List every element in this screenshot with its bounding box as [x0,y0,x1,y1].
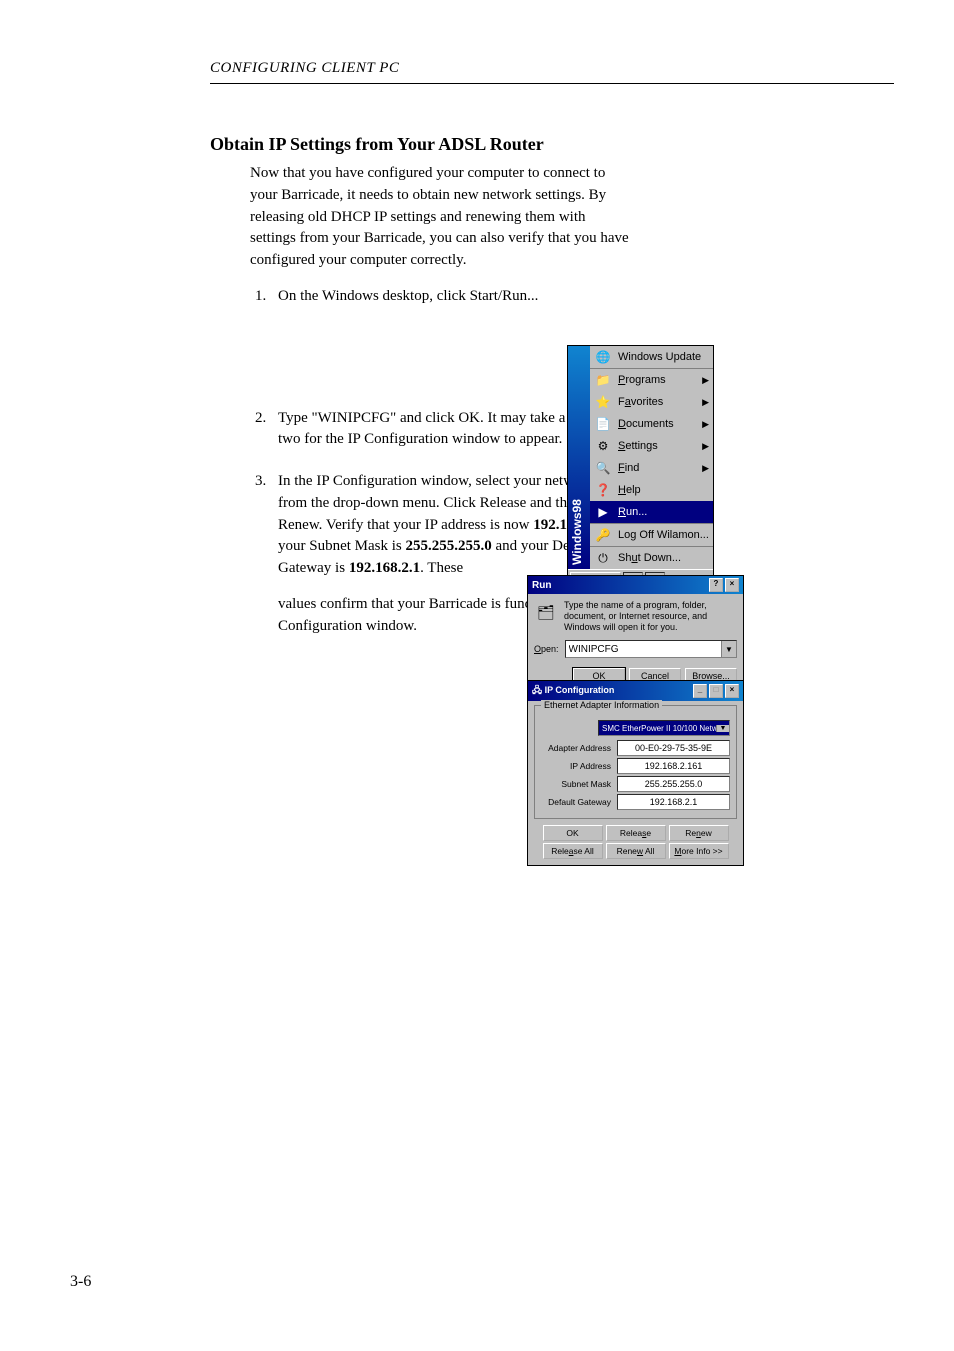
more-info-button[interactable]: More Info >> [669,843,729,859]
menu-label: Windows Update [618,351,701,363]
page-number: 3-6 [70,1273,91,1291]
dropdown-arrow-icon[interactable]: ▼ [716,725,729,732]
dialog-titlebar: Run ? × [528,576,743,594]
document-icon: 📄 [594,416,612,432]
arrow-icon: ▶ [702,397,709,408]
default-gateway-row: Default Gateway 192.168.2.1 [541,794,730,810]
adapter-dropdown[interactable]: SMC EtherPower II 10/100 Netw ▼ [598,720,730,736]
start-menu-items: 🌐 Windows Update 📁 Programs ▶ ⭐ Favorite… [590,346,713,569]
row-value: 192.168.2.161 [617,758,730,774]
menu-label: Shut Down... [618,552,681,564]
open-combobox[interactable]: ▼ [565,640,737,658]
header-rule [210,83,894,84]
step-3-text-g: . These [420,560,463,576]
dialog-title: Run [532,580,551,591]
arrow-icon: ▶ [702,375,709,386]
row-label: Adapter Address [541,743,617,753]
arrow-icon: ▶ [702,463,709,474]
network-icon: 🖧 [532,685,542,695]
sidebar-text: Windows98 [570,499,584,565]
arrow-icon: ▶ [702,441,709,452]
menu-label: Help [618,484,641,496]
globe-icon: 🌐 [594,349,612,365]
release-all-button[interactable]: Release All [543,843,603,859]
start-menu-screenshot: Windows98 🌐 Windows Update 📁 Programs ▶ … [567,345,714,593]
menu-run[interactable]: ▶ Run... [590,501,713,523]
close-button[interactable]: × [725,684,739,698]
menu-label: Settings [618,440,658,452]
dialog-title: 🖧 IP Configuration [532,683,614,699]
run-description: Type the name of a program, folder, docu… [564,600,737,632]
row-label: Default Gateway [541,797,617,807]
start-menu-sidebar: Windows98 [568,346,590,569]
ip-config-screenshot: 🖧 IP Configuration _ □ × Ethernet Adapte… [527,680,744,866]
document-page: CONFIGURING CLIENT PC Obtain IP Settings… [0,0,954,1351]
adapter-address-row: Adapter Address 00-E0-29-75-35-9E [541,740,730,756]
group-legend: Ethernet Adapter Information [541,700,662,710]
row-label: Subnet Mask [541,779,617,789]
menu-help[interactable]: ❓ Help [590,479,713,501]
intro-paragraph: Now that you have configured your comput… [210,163,630,272]
dropdown-arrow-icon[interactable]: ▼ [721,641,736,657]
menu-find[interactable]: 🔍 Find ▶ [590,457,713,479]
step-1: On the Windows desktop, click Start/Run.… [270,286,650,308]
menu-label: Run... [618,506,647,518]
menu-label: Documents [618,418,674,430]
run-dialog-screenshot: Run ? × 🗂 Type the name of a program, fo… [527,575,744,691]
menu-favorites[interactable]: ⭐ Favorites ▶ [590,391,713,413]
folder-icon: 📁 [594,372,612,388]
minimize-button[interactable]: _ [693,684,707,698]
key-icon: 🔑 [594,527,612,543]
menu-windows-update[interactable]: 🌐 Windows Update [590,346,713,368]
close-button[interactable]: × [725,578,739,592]
ethernet-groupbox: Ethernet Adapter Information SMC EtherPo… [534,705,737,819]
section-title: Obtain IP Settings from Your ADSL Router [210,134,894,155]
subnet-mask-row: Subnet Mask 255.255.255.0 [541,776,730,792]
menu-programs[interactable]: 📁 Programs ▶ [590,368,713,391]
renew-all-button[interactable]: Renew All [606,843,666,859]
arrow-icon: ▶ [702,419,709,430]
help-button[interactable]: ? [709,578,723,592]
gear-icon: ⚙ [594,438,612,454]
row-value: 255.255.255.0 [617,776,730,792]
renew-button[interactable]: Renew [669,825,729,841]
menu-label: Favorites [618,396,663,408]
shutdown-icon: ⏻ [594,550,612,566]
row-label: IP Address [541,761,617,771]
header-text: CONFIGURING CLIENT PC [210,60,399,76]
maximize-button: □ [709,684,723,698]
ok-button[interactable]: OK [543,825,603,841]
row-value: 00-E0-29-75-35-9E [617,740,730,756]
help-icon: ❓ [594,482,612,498]
gateway-value: 192.168.2.1 [349,560,420,576]
ip-address-row: IP Address 192.168.2.161 [541,758,730,774]
menu-documents[interactable]: 📄 Documents ▶ [590,413,713,435]
subnet-value: 255.255.255.0 [406,538,492,554]
search-icon: 🔍 [594,460,612,476]
run-dialog-icon: 🗂 [534,600,558,624]
adapter-value: SMC EtherPower II 10/100 Netw [599,724,716,733]
menu-logoff[interactable]: 🔑 Log Off Wilamon... [590,523,713,546]
menu-label: Find [618,462,639,474]
menu-shutdown[interactable]: ⏻ Shut Down... [590,546,713,569]
page-header: CONFIGURING CLIENT PC [210,60,894,77]
open-input[interactable] [566,641,721,657]
release-button[interactable]: Release [606,825,666,841]
run-icon: ▶ [594,504,612,520]
star-icon: ⭐ [594,394,612,410]
menu-label: Programs [618,374,666,386]
row-value: 192.168.2.1 [617,794,730,810]
dialog-titlebar: 🖧 IP Configuration _ □ × [528,681,743,701]
menu-label: Log Off Wilamon... [618,529,709,541]
menu-settings[interactable]: ⚙ Settings ▶ [590,435,713,457]
open-label: Open: [534,644,559,654]
